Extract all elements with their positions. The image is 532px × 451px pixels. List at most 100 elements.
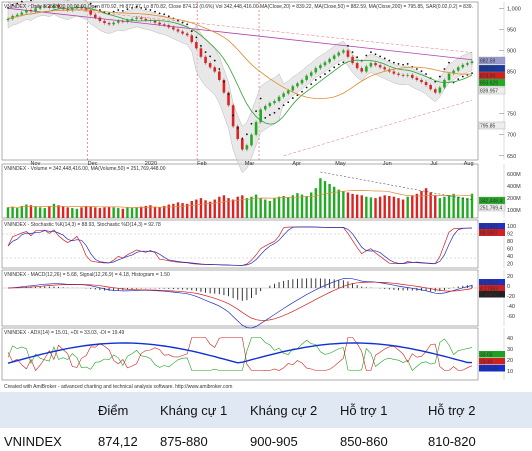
candle-body xyxy=(181,31,184,34)
volume-bar xyxy=(259,198,262,218)
candle-body xyxy=(126,20,129,22)
sar-dot xyxy=(190,30,193,32)
macd-tick-label: 20 xyxy=(507,274,513,280)
adx-tag: 33.03 xyxy=(480,353,493,359)
sar-dot xyxy=(218,68,221,70)
candle-body xyxy=(121,20,125,22)
volume-bar xyxy=(365,196,368,218)
sar-dot xyxy=(291,97,294,99)
x-axis-label: Mar xyxy=(245,161,255,167)
candle-body xyxy=(351,56,354,64)
candle-body xyxy=(89,10,92,15)
sar-dot xyxy=(319,76,322,78)
volume-bar xyxy=(167,204,170,218)
volume-tick-label: 400M xyxy=(507,184,521,190)
candle-body xyxy=(98,17,102,21)
candle-body xyxy=(433,89,437,93)
volume-bar xyxy=(355,194,359,218)
volume-bar xyxy=(319,178,322,218)
sar-dot xyxy=(186,23,189,26)
sar-dot xyxy=(370,51,372,54)
volume-bar xyxy=(452,193,455,218)
candle-body xyxy=(378,65,382,68)
candle-body xyxy=(176,29,180,32)
volume-bar xyxy=(94,207,97,218)
x-axis-label: May xyxy=(335,161,346,167)
chart-area: 1,000 950 900 850 750 700 650 882.59 874.13 873.9… xyxy=(0,0,532,390)
candle-body xyxy=(167,25,171,28)
candle-body xyxy=(162,24,166,26)
sar-dot xyxy=(301,90,303,93)
candle-body xyxy=(268,103,272,107)
candle-body xyxy=(374,63,377,66)
volume-bar xyxy=(66,207,69,218)
row-ho-tro-1: 850-860 xyxy=(340,434,388,449)
volume-bar xyxy=(213,199,216,218)
volume-bar xyxy=(89,206,92,218)
sar-dot xyxy=(204,51,207,54)
candle-body xyxy=(112,22,115,25)
volume-tag: 251,769,4 xyxy=(480,206,502,212)
volume-bar xyxy=(300,194,304,218)
sar-dot xyxy=(383,57,386,60)
volume-bar xyxy=(208,201,212,218)
technical-chart: 1,000 950 900 850 750 700 650 882.59 874.13873.9… xyxy=(1,0,521,390)
candle-body xyxy=(130,18,134,21)
candle-body xyxy=(282,93,285,97)
sar-dot xyxy=(232,114,235,117)
sar-dot xyxy=(282,104,285,107)
sar-dot xyxy=(333,66,336,69)
sar-dot xyxy=(241,137,244,140)
sar-dot xyxy=(461,75,464,78)
volume-bar xyxy=(457,196,460,218)
x-axis-label: Jun xyxy=(383,161,392,167)
volume-bar xyxy=(401,199,405,218)
candle-body xyxy=(245,145,249,150)
candle-body xyxy=(291,86,295,91)
volume-bar xyxy=(466,198,469,218)
volume-bar xyxy=(424,188,428,218)
sar-dot xyxy=(365,54,368,57)
candle-body xyxy=(139,17,143,19)
sar-dot xyxy=(236,127,239,129)
candle-body xyxy=(438,87,442,93)
sar-dot xyxy=(200,44,202,47)
candle-body xyxy=(199,48,203,57)
candle-body xyxy=(20,12,24,15)
macd-title: VNINDEX - MACD(12,26) = 5.68, Signal(12,… xyxy=(4,272,170,278)
price-tick-label: 1,000 xyxy=(507,6,521,12)
volume-bar xyxy=(107,206,111,218)
candle-body xyxy=(328,58,331,63)
volume-bar xyxy=(273,198,276,218)
volume-bar xyxy=(158,207,161,218)
price-tag: 873.94 xyxy=(480,74,496,80)
volume-bar xyxy=(360,195,363,218)
volume-bar xyxy=(406,196,409,218)
volume-title: VNINDEX - Volume = 342,448,416.00, MA(Vo… xyxy=(4,166,166,172)
stoch-tick-label: 60 xyxy=(507,247,513,253)
macd-tick-label: -40 xyxy=(507,304,515,310)
candle-body xyxy=(300,79,304,84)
volume-bar xyxy=(420,191,423,218)
volume-bar xyxy=(383,195,386,218)
volume-bar xyxy=(443,196,446,218)
sar-dot xyxy=(337,63,340,66)
candle-body xyxy=(415,77,419,80)
candle-body xyxy=(314,68,318,73)
candle-body xyxy=(158,22,161,25)
credit-text: Created with AmiBroker - advanced charti… xyxy=(4,384,232,390)
volume-bar xyxy=(153,206,157,218)
candle-body xyxy=(456,67,460,71)
volume-bar xyxy=(181,203,184,218)
sar-dot xyxy=(406,63,409,65)
sar-dot xyxy=(121,9,124,12)
candle-body xyxy=(93,14,97,18)
volume-bar xyxy=(250,196,253,218)
price-tag: 839.957 xyxy=(480,89,498,95)
volume-bar xyxy=(195,199,198,218)
sar-dot xyxy=(415,68,418,70)
volume-bar xyxy=(291,195,295,218)
volume-bar xyxy=(126,207,129,218)
volume-bar xyxy=(222,195,226,218)
volume-bar xyxy=(429,192,432,218)
